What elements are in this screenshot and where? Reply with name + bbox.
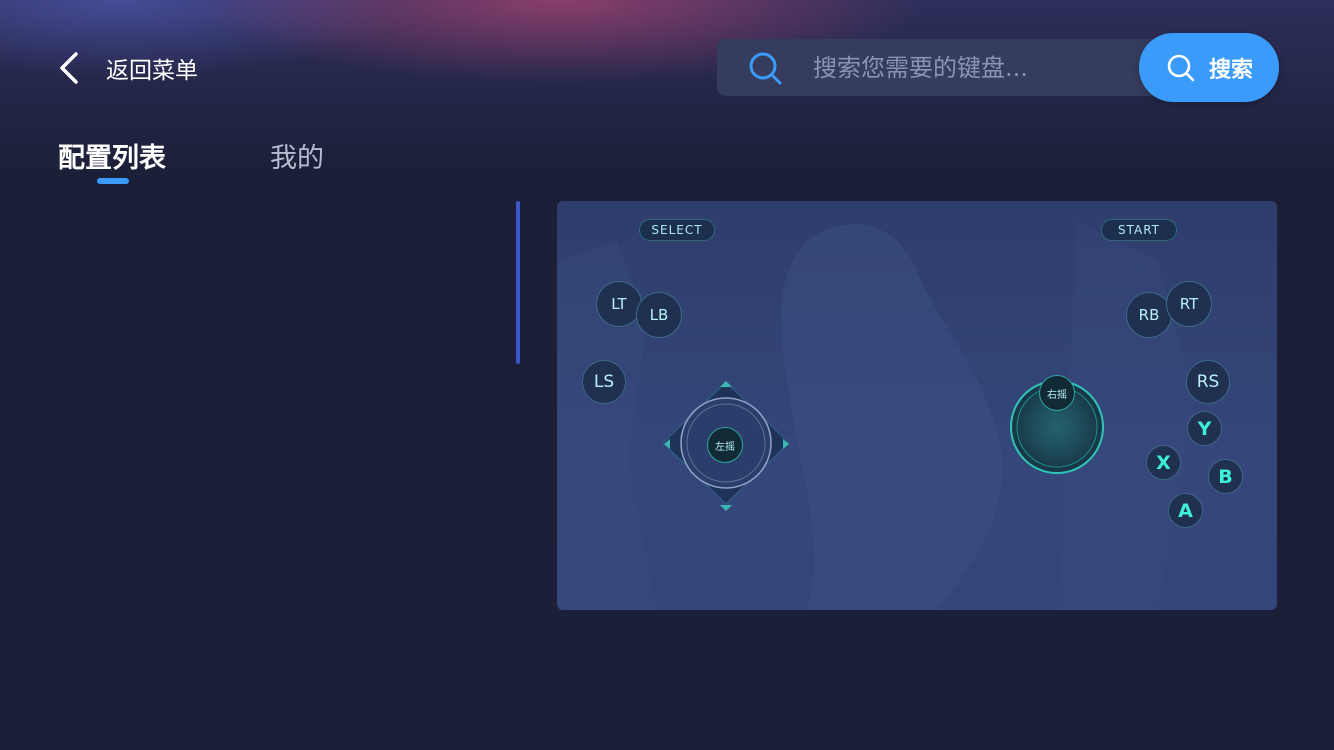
a-button[interactable]: A [1168,493,1203,528]
x-button[interactable]: X [1146,445,1181,480]
lb-button[interactable]: LB [636,292,682,338]
lt-button[interactable]: LT [596,281,642,327]
y-button[interactable]: Y [1187,411,1222,446]
select-button[interactable]: SELECT [639,219,715,241]
search-icon [749,52,782,84]
b-button[interactable]: B [1208,459,1243,494]
list-scrollbar[interactable] [516,201,520,364]
tab-config-list[interactable]: 配置列表 [58,136,166,175]
game-artwork-background [557,221,1197,610]
rs-button[interactable]: RS [1186,360,1230,404]
search-icon [1167,54,1195,81]
back-label: 返回菜单 [106,58,198,84]
back-to-menu-button[interactable]: 返回菜单 [52,44,198,92]
ls-button[interactable]: LS [582,360,626,404]
search-button[interactable]: 搜索 [1139,33,1279,102]
chevron-left-icon [60,52,78,84]
right-stick[interactable]: 右摇 [1039,375,1075,411]
rt-button[interactable]: RT [1166,281,1212,327]
search-input[interactable] [813,53,1113,82]
gamepad-layout-preview[interactable]: SELECT START LT LB RB RT LS RS 左摇 右摇 Y X… [557,201,1277,610]
left-stick[interactable]: 左摇 [707,427,743,463]
start-button[interactable]: START [1101,219,1177,241]
tab-mine[interactable]: 我的 [270,136,324,175]
search-button-label: 搜索 [1208,57,1253,83]
search-box[interactable] [717,39,1187,96]
active-tab-indicator [97,178,129,184]
rb-button[interactable]: RB [1126,292,1172,338]
